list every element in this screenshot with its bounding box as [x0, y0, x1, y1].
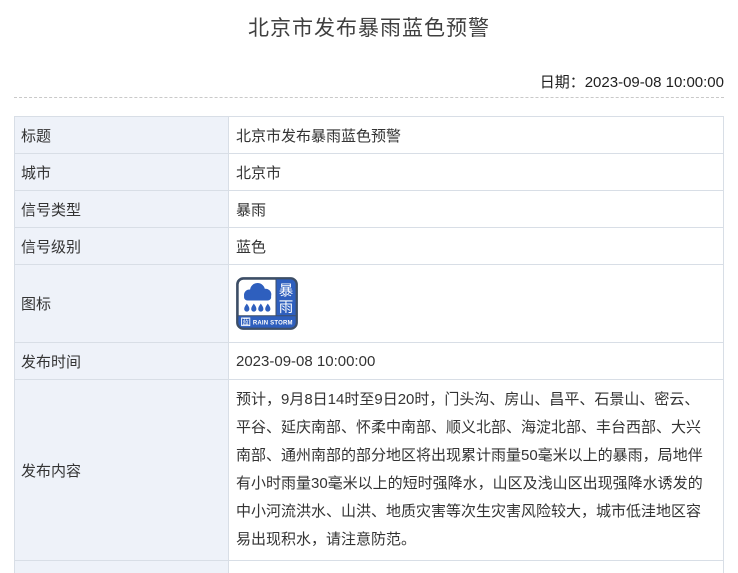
date-line: 日期：2023-09-08 10:00:00 — [14, 73, 724, 93]
alert-detail-table: 标题 北京市发布暴雨蓝色预警 城市 北京市 信号类型 暴雨 信号级别 蓝色 图标 — [14, 116, 724, 573]
table-row-title: 标题 北京市发布暴雨蓝色预警 — [15, 117, 724, 154]
field-label-signal-level: 信号级别 — [15, 228, 229, 265]
dashed-separator — [14, 97, 724, 98]
table-row-city: 城市 北京市 — [15, 154, 724, 191]
icon-char-yu: 雨 — [279, 300, 294, 316]
weather-alert-page: 北京市发布暴雨蓝色预警 日期：2023-09-08 10:00:00 标题 北京… — [0, 0, 738, 573]
field-value-title: 北京市发布暴雨蓝色预警 — [229, 117, 724, 154]
icon-char-bao: 暴 — [279, 283, 294, 300]
field-label-title: 标题 — [15, 117, 229, 154]
field-label-publish-content: 发布内容 — [15, 380, 229, 561]
field-value-signal-level: 蓝色 — [229, 228, 724, 265]
field-value-publish-content: 预计，9月8日14时至9日20时，门头沟、房山、昌平、石景山、密云、平谷、延庆南… — [229, 380, 724, 561]
table-row-publish-time: 发布时间 2023-09-08 10:00:00 — [15, 343, 724, 380]
table-row-signal-level: 信号级别 蓝色 — [15, 228, 724, 265]
icon-level-char: 蓝 — [242, 317, 249, 326]
field-value-icon: 暴 雨 蓝 RAIN STORM — [229, 265, 724, 343]
field-value-publisher: 郭锐 — [229, 561, 724, 573]
field-label-publish-time: 发布时间 — [15, 343, 229, 380]
field-label-icon: 图标 — [15, 265, 229, 343]
field-value-signal-type: 暴雨 — [229, 191, 724, 228]
field-value-city: 北京市 — [229, 154, 724, 191]
table-row-publisher: 发布者 郭锐 — [15, 561, 724, 573]
field-label-publisher: 发布者 — [15, 561, 229, 573]
field-label-signal-type: 信号类型 — [15, 191, 229, 228]
page-title: 北京市发布暴雨蓝色预警 — [0, 15, 738, 43]
table-row-publish-content: 发布内容 预计，9月8日14时至9日20时，门头沟、房山、昌平、石景山、密云、平… — [15, 380, 724, 561]
field-label-city: 城市 — [15, 154, 229, 191]
table-row-icon: 图标 — [15, 265, 724, 343]
table-row-signal-type: 信号类型 暴雨 — [15, 191, 724, 228]
icon-english-label: RAIN STORM — [253, 320, 293, 326]
field-value-publish-time: 2023-09-08 10:00:00 — [229, 343, 724, 380]
rainstorm-blue-warning-icon: 暴 雨 蓝 RAIN STORM — [236, 277, 298, 330]
